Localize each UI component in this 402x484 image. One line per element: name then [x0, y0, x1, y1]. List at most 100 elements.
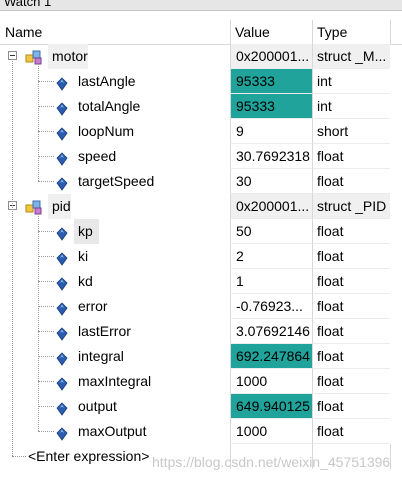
- value-cell[interactable]: 30.7692318: [230, 144, 312, 169]
- value-cell[interactable]: 692.247864: [230, 344, 312, 369]
- variable-name: pid: [48, 194, 71, 219]
- watch-row-maxIntegral[interactable]: maxIntegral 1000 float: [0, 369, 402, 394]
- field-icon: [56, 149, 68, 166]
- field-icon: [56, 349, 68, 366]
- type-cell: float: [312, 369, 390, 394]
- watch-row-lastError[interactable]: lastError 3.07692146 float: [0, 319, 402, 344]
- watch-row-targetSpeed[interactable]: targetSpeed 30 float: [0, 169, 402, 194]
- watch-row-error[interactable]: error -0.76923... float: [0, 294, 402, 319]
- watch-row-pid[interactable]: pid 0x200001... struct _PID: [0, 194, 402, 219]
- watch-row-integral[interactable]: integral 692.247864 float: [0, 344, 402, 369]
- name-cell[interactable]: speed: [0, 144, 230, 169]
- name-cell[interactable]: loopNum: [0, 119, 230, 144]
- value-cell[interactable]: 1000: [230, 369, 312, 394]
- name-cell[interactable]: lastError: [0, 319, 230, 344]
- value-cell[interactable]: 1: [230, 269, 312, 294]
- name-cell[interactable]: maxOutput: [0, 419, 230, 444]
- value-cell[interactable]: 649.940125: [230, 394, 312, 419]
- name-cell[interactable]: error: [0, 294, 230, 319]
- variable-name: maxIntegral: [78, 373, 152, 389]
- variable-name: motor: [48, 44, 88, 69]
- watch-row-loopNum[interactable]: loopNum 9 short: [0, 119, 402, 144]
- variable-name: loopNum: [78, 123, 135, 139]
- value-cell[interactable]: 3.07692146: [230, 319, 312, 344]
- type-cell: int: [312, 94, 390, 119]
- value-cell[interactable]: 9: [230, 119, 312, 144]
- value-cell[interactable]: 30: [230, 169, 312, 194]
- tree-connector: [38, 231, 54, 232]
- variable-name: integral: [78, 348, 124, 364]
- watch-row-totalAngle[interactable]: totalAngle 95333 int: [0, 94, 402, 119]
- name-cell[interactable]: lastAngle: [0, 69, 230, 94]
- tree-connector: [38, 381, 54, 382]
- column-type-header[interactable]: Type: [312, 20, 390, 44]
- tree-connector: [38, 156, 54, 157]
- field-icon: [56, 99, 68, 116]
- enter-expression-placeholder[interactable]: <Enter expression>: [28, 444, 149, 469]
- value-cell[interactable]: 50: [230, 219, 312, 244]
- type-cell: float: [312, 344, 390, 369]
- type-cell: float: [312, 319, 390, 344]
- name-cell[interactable]: maxIntegral: [0, 369, 230, 394]
- watch-row-kd[interactable]: kd 1 float: [0, 269, 402, 294]
- variable-name: ki: [78, 248, 89, 264]
- type-cell: short: [312, 119, 390, 144]
- value-cell[interactable]: 95333: [230, 69, 312, 94]
- tree-connector: [38, 106, 54, 107]
- type-cell: int: [312, 69, 390, 94]
- tree-connector: [12, 61, 13, 456]
- name-cell[interactable]: integral: [0, 344, 230, 369]
- name-cell[interactable]: output: [0, 394, 230, 419]
- type-cell: float: [312, 394, 390, 419]
- tree-connector: [38, 181, 54, 182]
- value-cell[interactable]: 2: [230, 244, 312, 269]
- type-cell: float: [312, 219, 390, 244]
- field-icon: [56, 174, 68, 191]
- column-value-header[interactable]: Value: [230, 20, 312, 44]
- field-icon: [56, 324, 68, 341]
- tree-connector: [38, 406, 54, 407]
- name-cell[interactable]: ki: [0, 244, 230, 269]
- tree-connector: [38, 64, 39, 181]
- watch-row-output[interactable]: output 649.940125 float: [0, 394, 402, 419]
- variable-name: maxOutput: [78, 423, 147, 439]
- name-cell[interactable]: kd: [0, 269, 230, 294]
- variable-name: kd: [78, 273, 93, 289]
- value-cell[interactable]: -0.76923...: [230, 294, 312, 319]
- value-cell[interactable]: 1000: [230, 419, 312, 444]
- name-cell[interactable]: motor: [0, 44, 230, 69]
- column-divider[interactable]: [390, 20, 391, 44]
- field-icon: [56, 399, 68, 416]
- value-cell[interactable]: 0x200001...: [230, 194, 312, 219]
- variable-name: error: [78, 298, 108, 314]
- type-cell: float: [312, 294, 390, 319]
- tree-connector: [38, 331, 54, 332]
- name-cell[interactable]: targetSpeed: [0, 169, 230, 194]
- struct-icon: [25, 198, 43, 215]
- value-cell[interactable]: 0x200001...: [230, 44, 312, 69]
- collapse-toggle-icon[interactable]: [8, 51, 17, 60]
- name-cell[interactable]: kp: [0, 219, 230, 244]
- name-cell[interactable]: totalAngle: [0, 94, 230, 119]
- column-name-header[interactable]: Name: [0, 20, 230, 44]
- watch-row-motor[interactable]: motor 0x200001... struct _M...: [0, 44, 402, 69]
- variable-name: targetSpeed: [78, 173, 155, 189]
- watch-row-lastAngle[interactable]: lastAngle 95333 int: [0, 69, 402, 94]
- field-icon: [56, 374, 68, 391]
- tree-connector: [38, 306, 54, 307]
- name-cell[interactable]: pid: [0, 194, 230, 219]
- field-icon: [56, 299, 68, 316]
- tree-connector: [38, 81, 54, 82]
- tree-connector: [38, 214, 39, 431]
- watch-row-speed[interactable]: speed 30.7692318 float: [0, 144, 402, 169]
- watch-row-ki[interactable]: ki 2 float: [0, 244, 402, 269]
- variable-name: speed: [78, 148, 117, 164]
- field-icon: [56, 224, 68, 241]
- value-cell[interactable]: 95333: [230, 94, 312, 119]
- watermark-text: https://blog.csdn.net/weixin_45751396: [152, 454, 391, 470]
- watch-row-kp[interactable]: kp 50 float: [0, 219, 402, 244]
- watch-row-maxOutput[interactable]: maxOutput 1000 float: [0, 419, 402, 444]
- type-cell: float: [312, 419, 390, 444]
- type-cell: float: [312, 244, 390, 269]
- window-title: Watch 1: [4, 0, 52, 9]
